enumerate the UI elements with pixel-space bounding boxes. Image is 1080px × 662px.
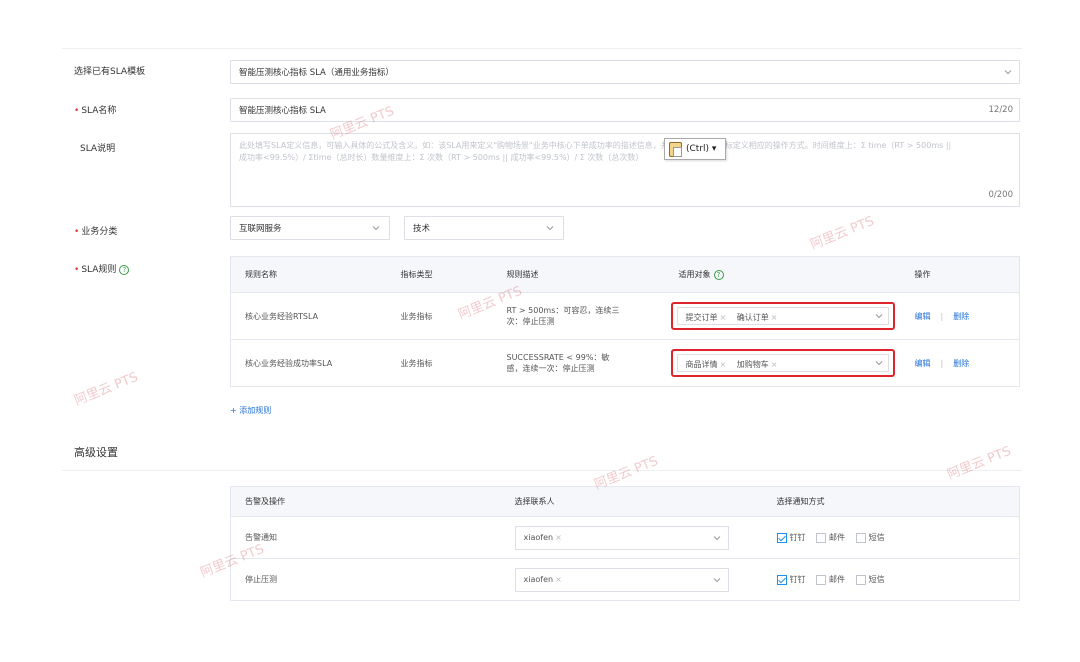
- sla-desc-placeholder: 此处填写SLA定义信息，可输入具体的公式及含义。如：该SLA用来定义"购物场景"…: [239, 141, 952, 162]
- contact-select[interactable]: xiaofen ×: [514, 525, 729, 550]
- delete-link[interactable]: 删除: [953, 312, 969, 321]
- sla-rules-table: 规则名称 指标类型 规则描述 适用对象? 操作 核心业务经验RTSLA 业务指标…: [230, 256, 1020, 387]
- category-primary-select[interactable]: 互联网服务: [230, 216, 390, 240]
- dingtalk-label: 钉钉: [789, 575, 806, 584]
- close-icon[interactable]: ×: [771, 313, 778, 322]
- category-label: • 业务分类: [74, 227, 118, 237]
- rule-desc: SUCCESSRATE < 99%：敏 感，连续一次：停止压测: [492, 339, 665, 387]
- chevron-down-icon: [874, 311, 884, 321]
- sms-checkbox[interactable]: [855, 532, 866, 543]
- contact-tag: xiaofen ×: [523, 532, 562, 542]
- contact-cell: xiaofen ×: [500, 516, 763, 559]
- sla-desc-textarea[interactable]: 此处填写SLA定义信息，可输入具体的公式及含义。如：该SLA用来定义"购物场景"…: [230, 133, 1020, 207]
- target-tag: 加购物车 ×: [736, 360, 778, 369]
- targets-select[interactable]: 提交订单 × 确认订单 ×: [670, 302, 895, 330]
- close-icon[interactable]: ×: [720, 313, 727, 322]
- close-icon[interactable]: ×: [720, 360, 727, 369]
- table-row: 停止压测 xiaofen × 钉钉 邮件 短信: [230, 558, 1020, 601]
- watermark: 阿里云 PTS: [72, 369, 141, 409]
- delete-link[interactable]: 删除: [953, 359, 969, 368]
- alert-action: 停止压测: [230, 558, 501, 601]
- advanced-settings-table: 告警及操作 选择联系人 选择通知方式 告警通知 xiaofen × 钉钉 邮件 短…: [230, 486, 1020, 601]
- col-metric-type: 指标类型: [386, 256, 493, 293]
- notify-cell: 钉钉 邮件 短信: [762, 558, 1020, 601]
- chevron-down-icon: [712, 575, 722, 585]
- alert-action: 告警通知: [230, 516, 501, 559]
- sla-rules-label: • SLA规则?: [74, 262, 130, 275]
- rule-targets-cell: 商品详情 × 加购物车 ×: [664, 339, 901, 387]
- rules-table-header: 规则名称 指标类型 规则描述 适用对象? 操作: [230, 256, 1020, 293]
- dingtalk-checkbox[interactable]: [776, 574, 787, 585]
- advanced-table-header: 告警及操作 选择联系人 选择通知方式: [230, 486, 1020, 517]
- chevron-down-icon: [371, 223, 381, 233]
- paste-arrow: ▾: [711, 144, 717, 154]
- chevron-down-icon: [1003, 67, 1013, 77]
- notify-cell: 钉钉 邮件 短信: [762, 516, 1020, 559]
- target-tag: 确认订单 ×: [736, 313, 778, 322]
- category-secondary-value: 技术: [413, 224, 431, 234]
- close-icon[interactable]: ×: [555, 533, 562, 542]
- col-actions: 操作: [900, 256, 1020, 293]
- category-primary-value: 互联网服务: [239, 224, 282, 234]
- watermark: 阿里云 PTS: [808, 213, 877, 253]
- col-alert-action: 告警及操作: [230, 486, 501, 517]
- rule-name: 核心业务经验成功率SLA: [230, 339, 387, 387]
- close-icon[interactable]: ×: [555, 575, 562, 584]
- email-label: 邮件: [829, 533, 846, 542]
- table-row: 核心业务经验成功率SLA 业务指标 SUCCESSRATE < 99%：敏 感，连…: [230, 339, 1020, 387]
- chevron-down-icon: [874, 358, 884, 368]
- top-divider: [62, 48, 1022, 49]
- email-checkbox[interactable]: [816, 574, 827, 585]
- help-circle-icon[interactable]: ?: [119, 264, 130, 275]
- template-label: 选择已有SLA模板: [74, 67, 146, 77]
- advanced-divider: [62, 470, 1022, 471]
- rule-targets-cell: 提交订单 × 确认订单 ×: [664, 292, 901, 340]
- chevron-down-icon: [712, 533, 722, 543]
- template-select[interactable]: 智能压测核心指标 SLA（通用业务指标）: [230, 60, 1020, 84]
- dingtalk-label: 钉钉: [789, 533, 806, 542]
- sla-name-counter: 12/20: [988, 105, 1014, 115]
- dingtalk-checkbox[interactable]: [776, 532, 787, 543]
- sla-name-label: • SLA名称: [74, 106, 117, 116]
- table-row: 告警通知 xiaofen × 钉钉 邮件 短信: [230, 516, 1020, 559]
- table-row: 核心业务经验RTSLA 业务指标 RT > 500ms：可容忍，连续三 次：停止压…: [230, 292, 1020, 340]
- email-checkbox[interactable]: [816, 532, 827, 543]
- edit-link[interactable]: 编辑: [915, 359, 931, 368]
- col-contact: 选择联系人: [500, 486, 763, 517]
- rule-actions: 编辑 | 删除: [900, 292, 1020, 340]
- sla-name-value: 智能压测核心指标 SLA: [239, 106, 326, 116]
- sla-desc-label: SLA说明: [80, 144, 116, 154]
- contact-tag: xiaofen ×: [523, 574, 562, 584]
- contact-select[interactable]: xiaofen ×: [514, 567, 729, 592]
- col-notify: 选择通知方式: [762, 486, 1020, 517]
- rule-name: 核心业务经验RTSLA: [230, 292, 387, 340]
- sms-label: 短信: [868, 533, 885, 542]
- help-circle-icon[interactable]: ?: [713, 269, 724, 280]
- watermark: 阿里云 PTS: [945, 443, 1014, 483]
- col-targets: 适用对象?: [664, 256, 901, 293]
- col-rule-name: 规则名称: [230, 256, 387, 293]
- rule-type: 业务指标: [386, 339, 493, 387]
- clipboard-icon: [669, 142, 682, 157]
- rule-actions: 编辑 | 删除: [900, 339, 1020, 387]
- target-tag: 商品详情 ×: [685, 360, 727, 369]
- close-icon[interactable]: ×: [771, 360, 778, 369]
- sla-desc-counter: 0/200: [988, 190, 1014, 200]
- paste-options-popup[interactable]: (Ctrl) ▾: [664, 138, 726, 160]
- paste-label: (Ctrl): [686, 144, 710, 154]
- sms-label: 短信: [868, 575, 885, 584]
- sms-checkbox[interactable]: [855, 574, 866, 585]
- targets-select[interactable]: 商品详情 × 加购物车 ×: [670, 349, 895, 377]
- email-label: 邮件: [829, 575, 846, 584]
- advanced-settings-title: 高级设置: [74, 446, 118, 459]
- edit-link[interactable]: 编辑: [915, 312, 931, 321]
- target-tag: 提交订单 ×: [685, 313, 727, 322]
- category-secondary-select[interactable]: 技术: [404, 216, 564, 240]
- chevron-down-icon: [545, 223, 555, 233]
- add-rule-link[interactable]: + 添加规则: [230, 405, 271, 416]
- contact-cell: xiaofen ×: [500, 558, 763, 601]
- template-value: 智能压测核心指标 SLA（通用业务指标）: [239, 68, 394, 78]
